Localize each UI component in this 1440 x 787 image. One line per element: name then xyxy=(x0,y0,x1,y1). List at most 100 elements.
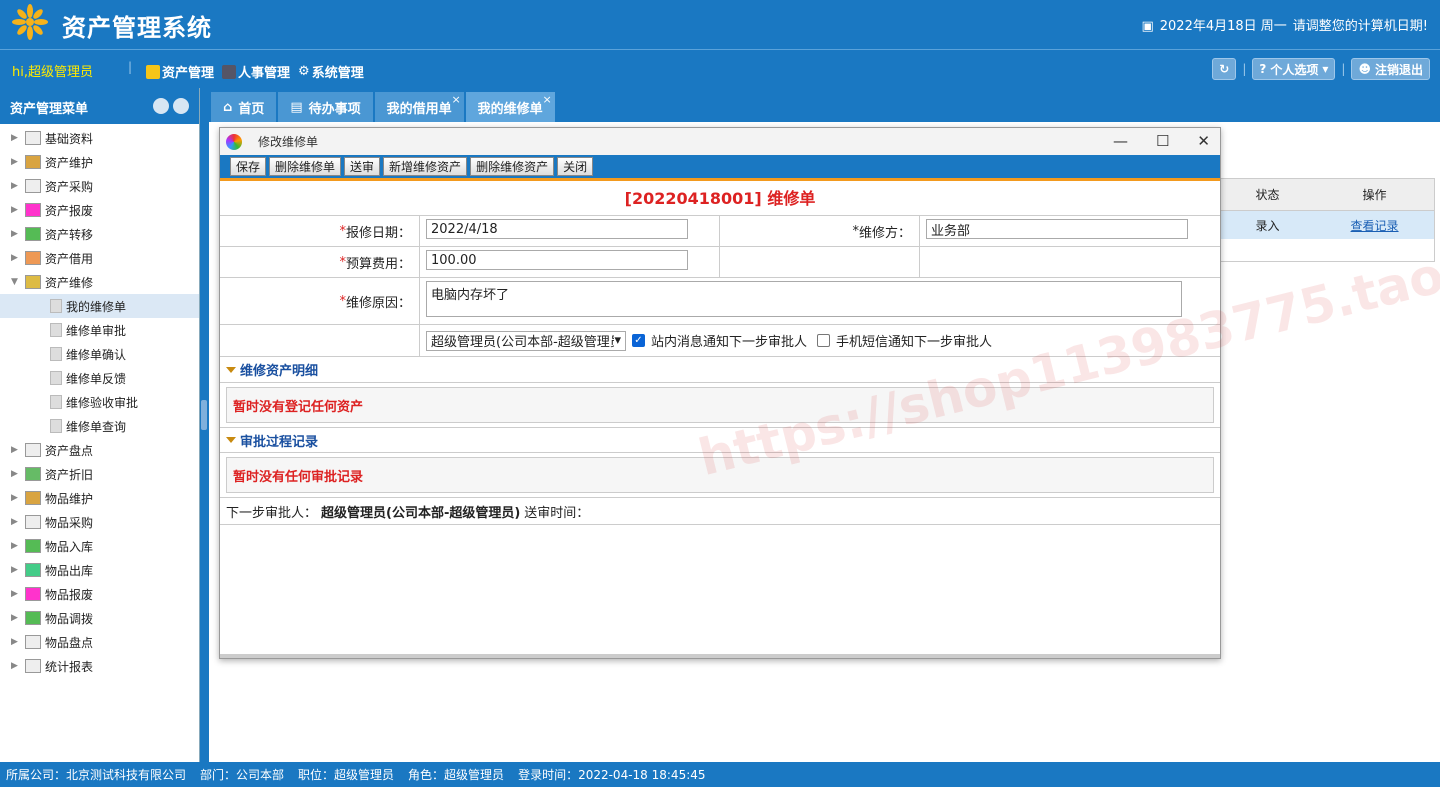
submenu-repair-confirm[interactable]: 维修单确认 xyxy=(0,342,199,366)
collapse-icon[interactable] xyxy=(153,98,169,114)
delete-asset-button[interactable]: 删除维修资产 xyxy=(470,157,555,176)
menu-label: 维修单反馈 xyxy=(66,371,127,386)
module-label: 资产管理 xyxy=(162,66,215,81)
expand-icon xyxy=(226,366,236,373)
gear-icon[interactable] xyxy=(173,98,189,114)
budget-input[interactable]: 100.00 xyxy=(426,250,688,270)
date-info: ▣ 2022年4月18日 周一 请调整您的计算机日期! xyxy=(1135,15,1428,34)
sms-notify-checkbox[interactable] xyxy=(817,334,831,347)
form-row: * 报修日期： 2022/4/18 * 维修方： 业务部 xyxy=(220,216,1220,247)
current-date: 2022年4月18日 周一 xyxy=(1159,19,1287,34)
menu-item-asset-repair[interactable]: ▼ 资产维修 xyxy=(0,270,199,294)
field-label: * 维修方： xyxy=(720,216,920,246)
approver-select[interactable]: 超级管理员(公司本部-超级管理员) ▾ xyxy=(426,330,626,351)
minimize-icon[interactable]: — xyxy=(1113,132,1128,150)
refresh-button[interactable]: ↻ xyxy=(1212,58,1237,80)
module-asset[interactable]: 资产管理 xyxy=(146,62,214,81)
tab-label: 首页 xyxy=(238,101,265,117)
dialog-title: 修改维修单 xyxy=(258,135,319,149)
table-header: 状态 操作 xyxy=(1220,179,1434,211)
cart-remove-icon xyxy=(25,587,41,601)
menu-label: 资产维护 xyxy=(45,155,94,170)
section-title: 审批过程记录 xyxy=(240,434,319,450)
menu-item-asset-purchase[interactable]: ▶ 资产采购 xyxy=(0,174,199,198)
menu-label: 维修单审批 xyxy=(66,323,127,338)
menu-item-goods-maintain[interactable]: ▶ 物品维护 xyxy=(0,486,199,510)
menu-label: 物品报废 xyxy=(45,587,94,602)
personal-options-button[interactable]: ? 个人选项 ▾ xyxy=(1252,58,1336,80)
submenu-repair-accept[interactable]: 维修验收审批 xyxy=(0,390,199,414)
home-icon: ⌂ xyxy=(223,99,233,115)
chevron-down-icon: ▾ xyxy=(614,333,621,348)
module-hr[interactable]: 人事管理 xyxy=(222,62,290,81)
submenu-repair-query[interactable]: 维修单查询 xyxy=(0,414,199,438)
tab-todo[interactable]: ▤ 待办事项 xyxy=(278,92,373,122)
site-notify-checkbox[interactable]: ✓ xyxy=(632,334,645,347)
dialog-scrollbar[interactable] xyxy=(220,654,1220,658)
logout-button[interactable]: ☻ 注销退出 xyxy=(1351,58,1430,80)
menu-label: 资产报废 xyxy=(45,203,94,218)
tab-my-repair[interactable]: 我的维修单 × xyxy=(465,92,555,122)
cart-add-icon xyxy=(25,539,41,553)
menu-item-reports[interactable]: ▶ 统计报表 xyxy=(0,654,199,678)
module-menu: 资产管理 人事管理 ⚙ 系统管理 xyxy=(146,62,364,81)
menu-item-goods-scrap[interactable]: ▶ 物品报废 xyxy=(0,582,199,606)
menu-item-asset-maintain[interactable]: ▶ 资产维护 xyxy=(0,150,199,174)
section-assets[interactable]: 维修资产明细 xyxy=(220,357,1220,383)
menu-item-goods-purchase[interactable]: ▶ 物品采购 xyxy=(0,510,199,534)
menu-item-goods-out[interactable]: ▶ 物品出库 xyxy=(0,558,199,582)
tab-label: 待办事项 xyxy=(308,101,361,117)
module-system[interactable]: ⚙ 系统管理 xyxy=(298,62,364,81)
menu-item-asset-borrow[interactable]: ▶ 资产借用 xyxy=(0,246,199,270)
menu-item-asset-depreciation[interactable]: ▶ 资产折旧 xyxy=(0,462,199,486)
menu-item-asset-transfer[interactable]: ▶ 资产转移 xyxy=(0,222,199,246)
form-heading: [20220418001] 维修单 xyxy=(624,189,816,208)
select-value: 超级管理员(公司本部-超级管理员) xyxy=(431,335,615,350)
field-label: * 维修原因： xyxy=(220,278,420,324)
window-controls: — ☐ ✕ xyxy=(1113,132,1210,150)
status-role: 角色：超级管理员 xyxy=(408,768,505,782)
status-bar: 所属公司：北京测试科技有限公司 部门：公司本部 职位：超级管理员 角色：超级管理… xyxy=(0,762,1440,787)
menu-item-basic[interactable]: ▶ 基础资料 xyxy=(0,126,199,150)
personal-label: 个人选项 xyxy=(1270,62,1319,77)
chart-icon xyxy=(25,659,41,673)
gear-icon: ⚙ xyxy=(298,64,310,79)
field-cell: 业务部 xyxy=(920,216,1220,246)
menu-item-asset-scrap[interactable]: ▶ 资产报废 xyxy=(0,198,199,222)
tab-home[interactable]: ⌂ 首页 xyxy=(211,92,277,122)
module-label: 人事管理 xyxy=(238,66,291,81)
close-icon[interactable]: × xyxy=(451,93,460,106)
cart-icon xyxy=(25,515,41,529)
maximize-icon[interactable]: ☐ xyxy=(1156,132,1169,150)
repair-date-input[interactable]: 2022/4/18 xyxy=(426,219,688,239)
menu-item-goods-in[interactable]: ▶ 物品入库 xyxy=(0,534,199,558)
submenu-my-repair[interactable]: 我的维修单 xyxy=(0,294,199,318)
menu-label: 维修验收审批 xyxy=(66,395,139,410)
view-record-link[interactable]: 查看记录 xyxy=(1351,217,1399,234)
submit-button[interactable]: 送审 xyxy=(344,157,381,176)
close-icon[interactable]: ✕ xyxy=(1197,132,1210,150)
form-row: * 预算费用： 100.00 xyxy=(220,247,1220,278)
menu-item-goods-inventory[interactable]: ▶ 物品盘点 xyxy=(0,630,199,654)
menu-item-goods-allocate[interactable]: ▶ 物品调拨 xyxy=(0,606,199,630)
submenu-repair-approve[interactable]: 维修单审批 xyxy=(0,318,199,342)
close-button[interactable]: 关闭 xyxy=(557,157,594,176)
menu-label: 基础资料 xyxy=(45,131,94,146)
page-icon xyxy=(50,419,62,433)
status-cell: 录入 xyxy=(1255,218,1280,233)
add-asset-button[interactable]: 新增维修资产 xyxy=(383,157,468,176)
repair-form: * 报修日期： 2022/4/18 * 维修方： 业务部 * 预算费用： 100.00… xyxy=(220,215,1220,357)
splitter-handle[interactable] xyxy=(201,400,207,430)
close-icon[interactable]: × xyxy=(542,93,551,106)
tab-my-borrow[interactable]: 我的借用单 × xyxy=(374,92,464,122)
save-button[interactable]: 保存 xyxy=(230,157,267,176)
menu-item-asset-inventory[interactable]: ▶ 资产盘点 xyxy=(0,438,199,462)
cart-icon xyxy=(25,179,41,193)
expand-icon xyxy=(25,563,41,577)
submenu-repair-feedback[interactable]: 维修单反馈 xyxy=(0,366,199,390)
section-approval[interactable]: 审批过程记录 xyxy=(220,427,1220,453)
delete-repair-button[interactable]: 删除维修单 xyxy=(269,157,342,176)
reason-textarea[interactable]: 电脑内存坏了 xyxy=(426,281,1182,317)
folder-icon xyxy=(146,64,160,79)
repair-party-input[interactable]: 业务部 xyxy=(926,219,1188,239)
